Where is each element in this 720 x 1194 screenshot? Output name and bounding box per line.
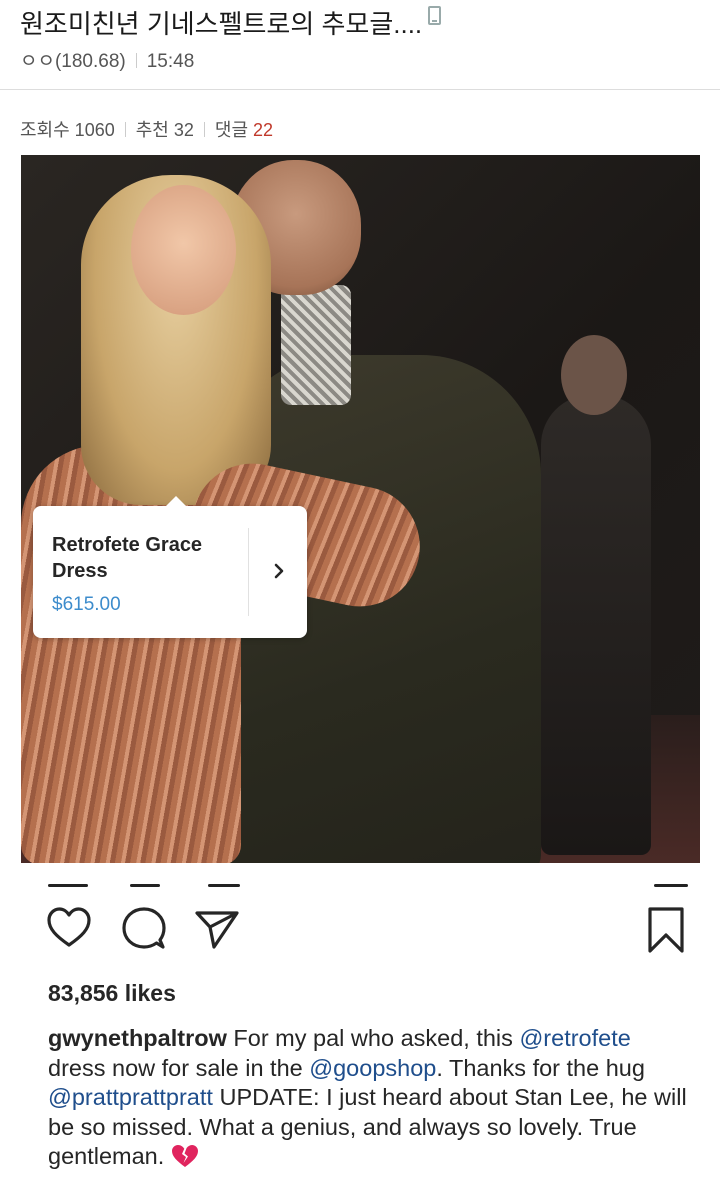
view-count: 조회수 1060 xyxy=(20,120,115,140)
caption-username[interactable]: gwynethpaltrow xyxy=(48,1025,227,1051)
post-meta: ㅇㅇ(180.68) 15:48 xyxy=(20,46,194,73)
caption-mention[interactable]: @retrofete xyxy=(519,1025,630,1051)
photo-background-head xyxy=(561,335,627,415)
photo-woman-face xyxy=(131,185,236,315)
post-title: 원조미친년 기네스펠트로의 추모글.... xyxy=(20,4,700,41)
meta-separator xyxy=(135,53,137,68)
comment-count[interactable]: 22 xyxy=(253,120,273,140)
like-count[interactable]: 83,856 likes xyxy=(48,980,176,1007)
stats-separator xyxy=(203,122,205,137)
post-stats: 조회수 1060 추천 32 댓글 22 xyxy=(20,116,273,142)
cropped-mark xyxy=(654,884,688,887)
comment-label: 댓글 xyxy=(214,120,249,140)
caption-mention[interactable]: @goopshop xyxy=(309,1055,436,1081)
product-price: $615.00 xyxy=(52,594,121,615)
photo-man-shirt xyxy=(281,285,351,405)
stats-separator xyxy=(124,122,126,137)
bookmark-icon[interactable] xyxy=(644,905,688,953)
caption-text: dress now for sale in the xyxy=(48,1054,303,1081)
paper-plane-icon[interactable] xyxy=(194,905,240,951)
author-name[interactable]: ㅇㅇ(180.68) xyxy=(20,51,126,72)
header-divider xyxy=(0,89,720,90)
chevron-right-icon[interactable] xyxy=(269,561,289,581)
product-name: Retrofete Grace Dress xyxy=(52,534,203,582)
heart-icon[interactable] xyxy=(46,905,92,951)
recommend-count: 추천 32 xyxy=(135,120,194,140)
broken-heart-icon xyxy=(171,1144,199,1168)
post-caption: gwynethpaltrow For my pal who asked, thi… xyxy=(48,1024,688,1172)
caption-mention[interactable]: @prattprattpratt xyxy=(48,1084,213,1110)
action-bar xyxy=(0,905,720,965)
caption-text: . Thanks for the hug xyxy=(436,1054,645,1081)
cropped-mark xyxy=(130,884,160,887)
mobile-device-icon xyxy=(428,6,442,25)
photo-background-person xyxy=(541,395,651,855)
cropped-icon-row xyxy=(48,884,688,894)
post-title-text: 원조미친년 기네스펠트로의 추모글.... xyxy=(20,9,423,39)
post-time: 15:48 xyxy=(146,51,195,72)
product-tag-card[interactable]: Retrofete Grace Dress $615.00 xyxy=(33,496,307,638)
cropped-mark xyxy=(208,884,240,887)
product-tag-divider xyxy=(248,528,249,616)
caption-text: For my pal who asked, this xyxy=(233,1025,513,1051)
cropped-mark xyxy=(48,884,88,887)
comment-bubble-icon[interactable] xyxy=(121,905,167,951)
